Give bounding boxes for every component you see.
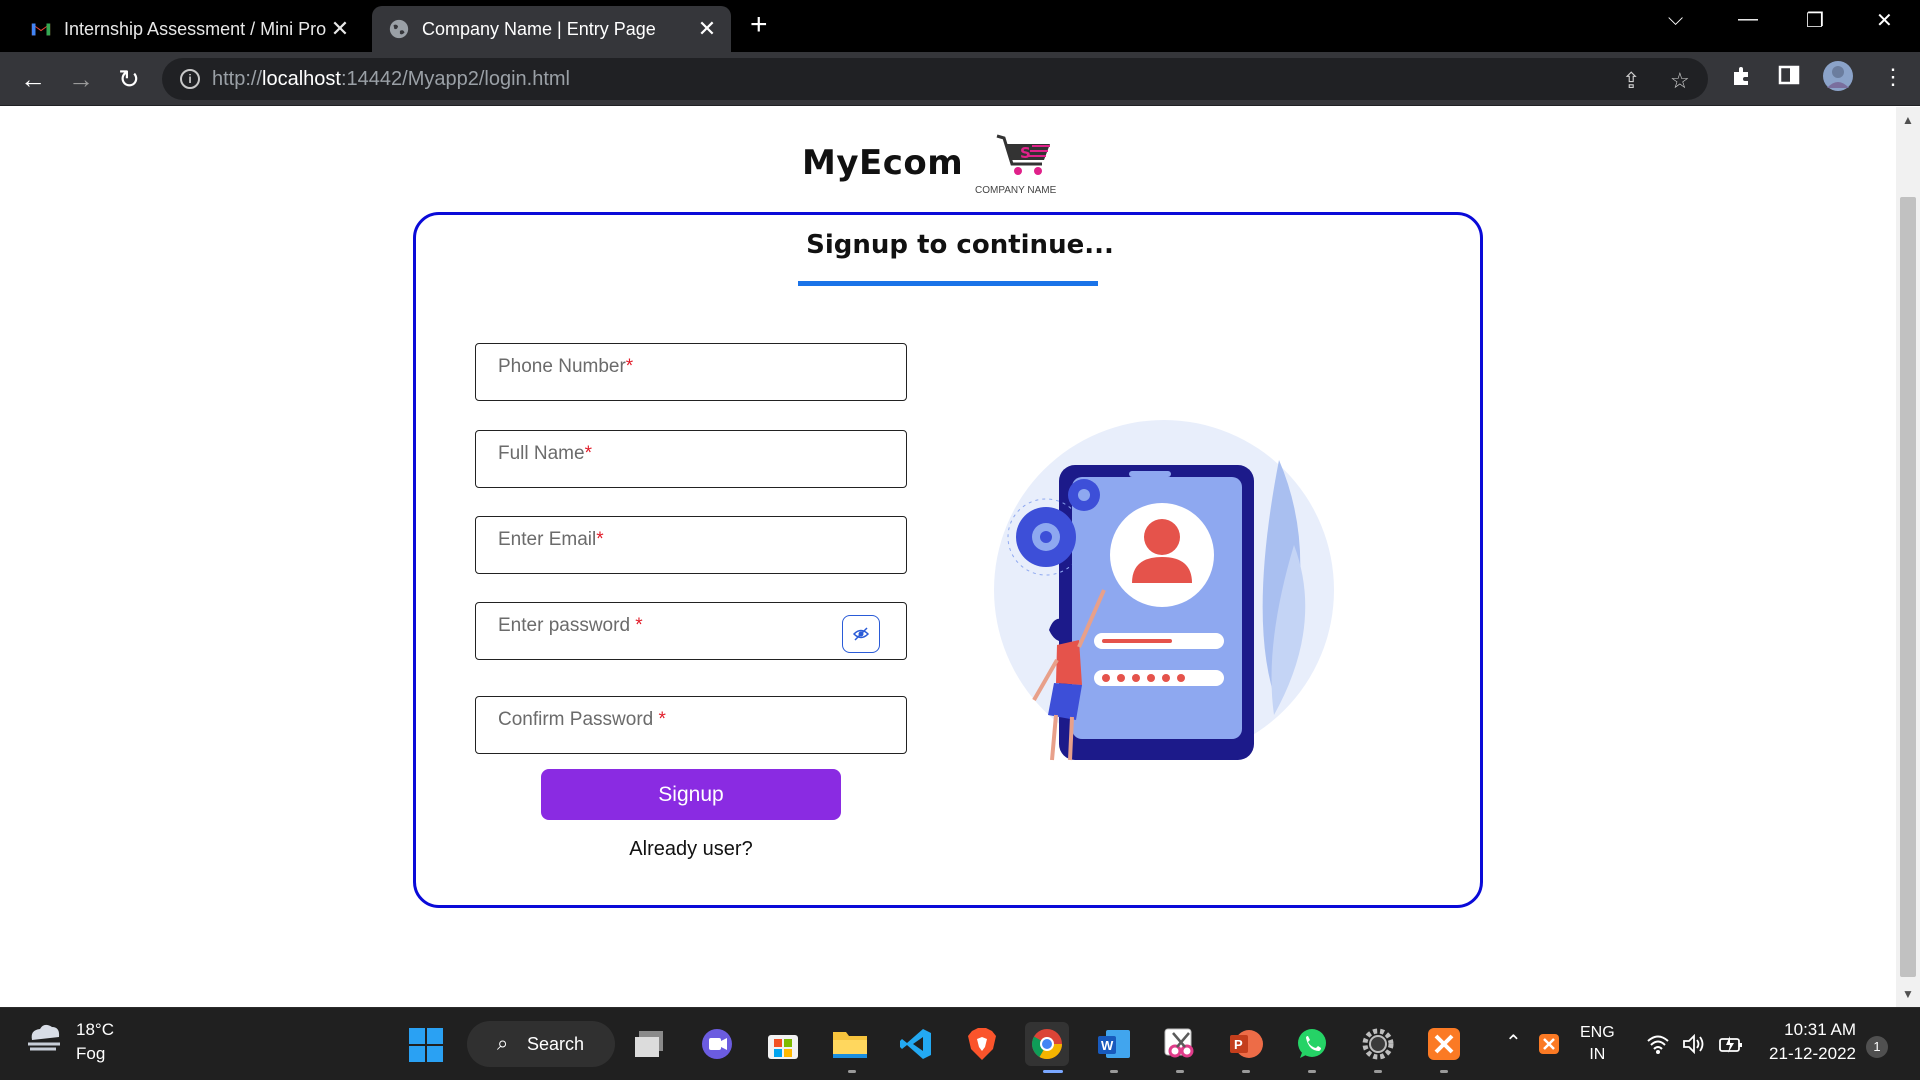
show-hidden-icons-chevron-icon[interactable]: ⌃ [1505, 1030, 1522, 1055]
clock-time: 10:31 AM [1784, 1020, 1856, 1039]
search-label: Search [527, 1034, 585, 1054]
scroll-down-arrow-icon[interactable]: ▼ [1902, 987, 1914, 1001]
back-arrow-icon[interactable]: ← [16, 62, 50, 96]
eye-slash-icon [852, 627, 870, 641]
signup-button[interactable]: Signup [541, 769, 841, 820]
full-name-placeholder: Full Name* [498, 443, 592, 464]
running-indicator [1176, 1070, 1184, 1073]
svg-text:S: S [1020, 144, 1031, 162]
side-panel-icon[interactable] [1778, 64, 1800, 86]
site-info-icon[interactable]: i [180, 69, 200, 89]
new-tab-button[interactable]: + [750, 10, 768, 40]
browser-toolbar: ← → ↻ i http://localhost:14442/Myapp2/lo… [0, 52, 1920, 106]
toggle-password-visibility-button[interactable] [842, 615, 880, 653]
tab-close-icon[interactable]: ✕ [328, 16, 352, 42]
task-view-icon[interactable] [630, 1022, 674, 1066]
tab-title: Internship Assessment / Mini Pro [64, 18, 327, 39]
store-icon[interactable] [761, 1022, 805, 1066]
phone-number-field[interactable]: Phone Number* [475, 343, 907, 401]
fog-cloud-icon [28, 1024, 60, 1051]
profile-avatar-icon[interactable] [1822, 60, 1854, 92]
running-indicator [1308, 1070, 1316, 1073]
language-indicator[interactable]: ENG IN [1580, 1022, 1615, 1066]
word-icon[interactable]: W [1092, 1022, 1136, 1066]
running-indicator [848, 1070, 856, 1073]
running-indicator [1440, 1070, 1448, 1073]
system-clock[interactable]: 10:31 AM 21-12-2022 [1760, 1018, 1856, 1066]
tab-title: Company Name | Entry Page [422, 18, 656, 39]
start-icon[interactable] [408, 1027, 444, 1063]
powerpoint-icon[interactable]: P [1224, 1022, 1268, 1066]
full-name-field[interactable]: Full Name* [475, 430, 907, 488]
brand-name: MyEcom [802, 143, 964, 183]
snipping-icon[interactable] [1158, 1022, 1202, 1066]
scroll-up-arrow-icon[interactable]: ▲ [1902, 113, 1914, 127]
restore-icon[interactable]: ❐ [1806, 8, 1824, 33]
taskbar-search[interactable]: ⌕ Search [467, 1021, 615, 1067]
share-icon[interactable]: ⇪ [1622, 68, 1640, 94]
brave-icon[interactable] [960, 1022, 1004, 1066]
weather-temperature: 18°C [76, 1020, 114, 1039]
confirm-password-field[interactable]: Confirm Password * [475, 696, 907, 754]
tab-search-chevron-icon[interactable]: ⌵ [1668, 8, 1683, 31]
teams-icon[interactable] [695, 1022, 739, 1066]
weather-widget[interactable]: 18°C Fog [24, 1020, 114, 1063]
wifi-icon[interactable] [1646, 1034, 1670, 1054]
tab-internship-assessment[interactable]: Internship Assessment / Mini Pro ✕ [14, 6, 364, 52]
xampp-icon[interactable] [1422, 1022, 1466, 1066]
active-indicator [1043, 1070, 1063, 1073]
extensions-puzzle-icon[interactable] [1730, 64, 1754, 88]
logo-caption: COMPANY NAME [975, 185, 1057, 196]
running-indicator [1242, 1070, 1250, 1073]
search-icon: ⌕ [497, 1033, 509, 1055]
page-title: Signup to continue... [806, 230, 1114, 260]
signup-illustration [994, 420, 1334, 761]
title-underline [798, 281, 1098, 286]
tab-close-icon[interactable]: ✕ [695, 16, 719, 42]
vscode-icon[interactable] [894, 1022, 938, 1066]
reload-icon[interactable]: ↻ [112, 62, 146, 96]
confirm-password-placeholder: Confirm Password * [498, 709, 666, 730]
kebab-menu-icon[interactable]: ⋮ [1882, 64, 1904, 90]
whatsapp-icon[interactable] [1290, 1022, 1334, 1066]
minimize-icon[interactable]: — [1738, 8, 1758, 31]
password-placeholder: Enter password * [498, 615, 643, 636]
tab-company-entry-page[interactable]: Company Name | Entry Page ✕ [372, 6, 731, 52]
clock-date: 21-12-2022 [1769, 1044, 1856, 1063]
running-indicator [1110, 1070, 1118, 1073]
battery-charging-icon[interactable] [1718, 1034, 1744, 1054]
phone-number-placeholder: Phone Number* [498, 356, 634, 377]
chrome-icon[interactable] [1025, 1022, 1069, 1066]
password-field[interactable]: Enter password * [475, 602, 907, 660]
gmail-icon [31, 23, 51, 36]
email-placeholder: Enter Email* [498, 529, 604, 550]
url-text[interactable]: http://localhost:14442/Myapp2/login.html [212, 68, 570, 91]
already-user-link[interactable]: Already user? [541, 838, 841, 861]
email-field[interactable]: Enter Email* [475, 516, 907, 574]
svg-text:P: P [1234, 1037, 1243, 1052]
forward-arrow-icon[interactable]: → [64, 62, 98, 96]
running-indicator [1374, 1070, 1382, 1073]
scrollbar-thumb[interactable] [1900, 197, 1916, 977]
weather-condition: Fog [76, 1044, 106, 1063]
xampp-tray-icon[interactable] [1538, 1033, 1560, 1055]
settings-icon[interactable] [1356, 1022, 1400, 1066]
svg-text:W: W [1101, 1038, 1114, 1053]
notification-badge[interactable]: 1 [1866, 1036, 1888, 1058]
volume-icon[interactable] [1682, 1034, 1706, 1054]
globe-icon [389, 19, 409, 39]
address-bar[interactable]: i http://localhost:14442/Myapp2/login.ht… [162, 58, 1708, 100]
windows-taskbar: 18°C Fog ⌕ Search W P ⌃ ENG IN 10:31 AM … [0, 1007, 1920, 1080]
bookmark-star-icon[interactable]: ☆ [1670, 68, 1690, 94]
explorer-icon[interactable] [828, 1022, 872, 1066]
browser-tab-strip: Internship Assessment / Mini Pro ✕ Compa… [0, 0, 1920, 52]
close-window-icon[interactable]: ✕ [1876, 8, 1893, 33]
